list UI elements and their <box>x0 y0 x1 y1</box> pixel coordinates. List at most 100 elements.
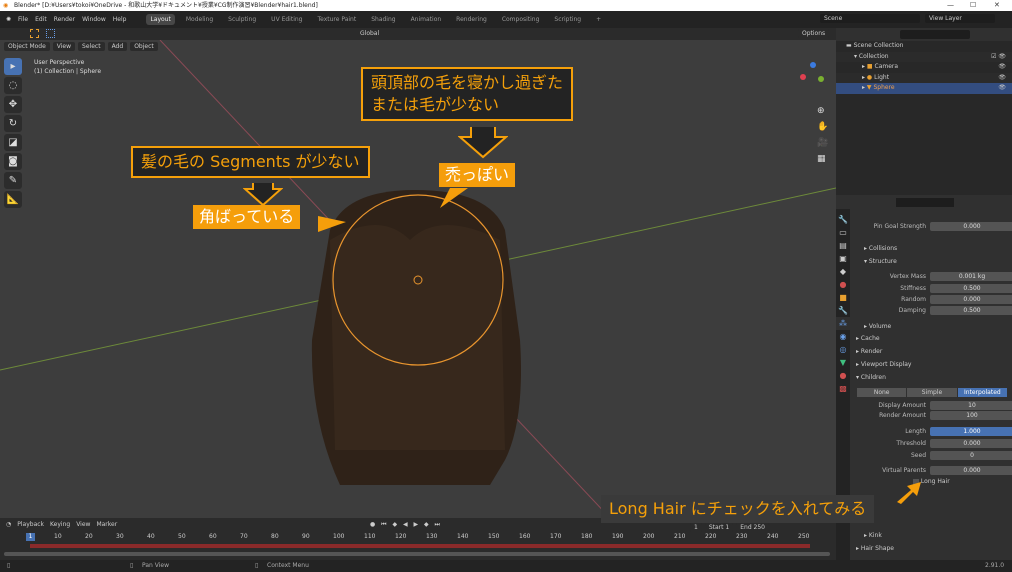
render-amount-field[interactable]: 100 <box>930 411 1012 420</box>
particles-tab-icon[interactable]: ⁂ <box>836 317 850 330</box>
measure-tool-icon[interactable]: 📐 <box>4 191 22 208</box>
stiffness-field[interactable]: 0.500 <box>930 284 1012 293</box>
view-menu[interactable]: View <box>52 42 76 51</box>
blender-menu-icon[interactable]: ✺ <box>6 16 11 23</box>
threshold-field[interactable]: 0.000 <box>930 439 1012 448</box>
eye-icon[interactable]: 👁 <box>998 62 1006 73</box>
menu-window[interactable]: Window <box>82 16 106 23</box>
menu-file[interactable]: File <box>18 16 28 23</box>
pin-goal-field[interactable]: 0.000 <box>930 222 1012 231</box>
seed-field[interactable]: 0 <box>930 451 1012 460</box>
texture-tab-icon[interactable]: ▩ <box>836 382 850 395</box>
move-tool-icon[interactable]: ✥ <box>4 96 22 113</box>
navigation-gizmo[interactable] <box>800 62 826 88</box>
cache-panel[interactable]: ▸ Cache <box>856 335 880 342</box>
data-tab-icon[interactable]: ▼ <box>836 356 850 369</box>
keying-menu[interactable]: Keying <box>50 521 70 528</box>
tab-texture-paint[interactable]: Texture Paint <box>313 14 360 25</box>
tab-compositing[interactable]: Compositing <box>498 14 544 25</box>
grid-view-icon[interactable]: ▦ <box>817 151 828 167</box>
current-frame-field[interactable]: 1 <box>690 523 702 532</box>
damping-field[interactable]: 0.500 <box>930 306 1012 315</box>
marker-menu[interactable]: Marker <box>96 521 117 528</box>
tab-scripting[interactable]: Scripting <box>550 14 585 25</box>
tab-sculpting[interactable]: Sculpting <box>224 14 260 25</box>
children-panel[interactable]: ▾ Children <box>856 374 886 381</box>
maximize-button[interactable]: ☐ <box>970 0 976 11</box>
display-amount-field[interactable]: 10 <box>930 401 1012 410</box>
select-menu[interactable]: Select <box>78 42 105 51</box>
kink-subpanel[interactable]: ▸ Kink <box>864 532 882 539</box>
virtual-parents-field[interactable]: 0.000 <box>930 466 1012 475</box>
collisions-subpanel[interactable]: ▸ Collisions <box>864 245 897 252</box>
length-slider[interactable]: 1.000 <box>930 427 1012 436</box>
outliner-item-sphere[interactable]: ▸ ▼ Sphere 👁 <box>836 83 1012 94</box>
frame-ruler[interactable]: 1 10 20 30 40 50 60 70 80 90 100 110 120 130 140 150 16… <box>0 532 836 542</box>
rotate-tool-icon[interactable]: ↻ <box>4 115 22 132</box>
selection-mode-icon[interactable] <box>46 29 55 38</box>
physics-tab-icon[interactable]: ◉ <box>836 330 850 343</box>
constraints-tab-icon[interactable]: ◎ <box>836 343 850 356</box>
tab-rendering[interactable]: Rendering <box>452 14 491 25</box>
eye-icon[interactable]: ☑ 👁 <box>991 52 1006 63</box>
view-menu[interactable]: View <box>76 521 90 528</box>
outliner-scene-collection[interactable]: ▬ Scene Collection <box>836 41 1012 52</box>
view-layer-selector[interactable]: View Layer <box>925 14 995 23</box>
add-workspace-button[interactable]: + <box>592 14 605 25</box>
vertex-mass-field[interactable]: 0.001 kg <box>930 272 1012 281</box>
editor-type-icon[interactable]: ◔ <box>6 521 11 528</box>
pan-hand-icon[interactable]: ✋ <box>817 119 828 135</box>
tab-animation[interactable]: Animation <box>407 14 446 25</box>
properties-search-input[interactable] <box>896 198 954 207</box>
menu-help[interactable]: Help <box>113 16 127 23</box>
transform-orientation[interactable]: Global <box>360 30 379 37</box>
current-frame-indicator[interactable]: 1 <box>26 533 35 541</box>
add-menu[interactable]: Add <box>107 42 128 51</box>
annotate-tool-icon[interactable]: ✎ <box>4 172 22 189</box>
random-field[interactable]: 0.000 <box>930 295 1012 304</box>
close-button[interactable]: ✕ <box>994 0 1000 11</box>
end-frame-field[interactable]: End 250 <box>736 523 769 532</box>
outliner-search-input[interactable] <box>900 30 970 39</box>
camera-view-icon[interactable]: 🎥 <box>817 135 828 151</box>
scene-selector[interactable]: Scene <box>820 14 920 23</box>
zoom-icon[interactable]: ⊕ <box>817 103 828 119</box>
scene-tab-icon[interactable]: ◆ <box>836 265 850 278</box>
tab-layout[interactable]: Layout <box>146 14 175 25</box>
render-panel[interactable]: ▸ Render <box>856 348 882 355</box>
eye-icon[interactable]: 👁 <box>998 73 1006 84</box>
select-tool-icon[interactable]: ▸ <box>4 58 22 75</box>
object-mode-dropdown[interactable]: Object Mode <box>4 42 50 51</box>
structure-subpanel[interactable]: ▾ Structure <box>864 258 897 265</box>
menu-edit[interactable]: Edit <box>35 16 47 23</box>
volume-subpanel[interactable]: ▸ Volume <box>864 323 891 330</box>
object-menu[interactable]: Object <box>130 42 158 51</box>
tab-modeling[interactable]: Modeling <box>182 14 217 25</box>
render-tab-icon[interactable]: ▭ <box>836 226 850 239</box>
viewport-display-panel[interactable]: ▸ Viewport Display <box>856 361 911 368</box>
options-dropdown[interactable]: Options <box>798 29 830 38</box>
transform-tool-icon[interactable]: ◙ <box>4 153 22 170</box>
scale-tool-icon[interactable]: ◪ <box>4 134 22 151</box>
outliner-item-collection[interactable]: ▾ Collection ☑ 👁 <box>836 51 1012 63</box>
minimize-button[interactable]: — <box>947 0 954 11</box>
select-box-tool-icon[interactable] <box>30 29 39 38</box>
tool-tab-icon[interactable]: 🔧 <box>836 213 850 226</box>
cursor-tool-icon[interactable]: ◌ <box>4 77 22 94</box>
world-tab-icon[interactable]: ● <box>836 278 850 291</box>
modifier-tab-icon[interactable]: 🔧 <box>836 304 850 317</box>
hair-shape-panel[interactable]: ▸ Hair Shape <box>856 545 894 552</box>
outliner-item-light[interactable]: ▸ ● Light 👁 <box>836 72 1012 84</box>
view-layer-tab-icon[interactable]: ▣ <box>836 252 850 265</box>
object-tab-icon[interactable]: ■ <box>836 291 850 304</box>
tab-uv-editing[interactable]: UV Editing <box>267 14 306 25</box>
output-tab-icon[interactable]: ▤ <box>836 239 850 252</box>
playback-menu[interactable]: Playback <box>17 521 44 528</box>
playback-controls[interactable]: ● ⏮ ◆ ◀ ▶ ◆ ⏭ <box>370 521 442 529</box>
child-type-none[interactable]: None <box>857 388 907 397</box>
material-tab-icon[interactable]: ● <box>836 369 850 382</box>
eye-icon[interactable]: 👁 <box>998 83 1006 94</box>
child-type-interpolated[interactable]: Interpolated <box>957 388 1007 397</box>
menu-render[interactable]: Render <box>54 16 75 23</box>
child-type-simple[interactable]: Simple <box>907 388 957 397</box>
